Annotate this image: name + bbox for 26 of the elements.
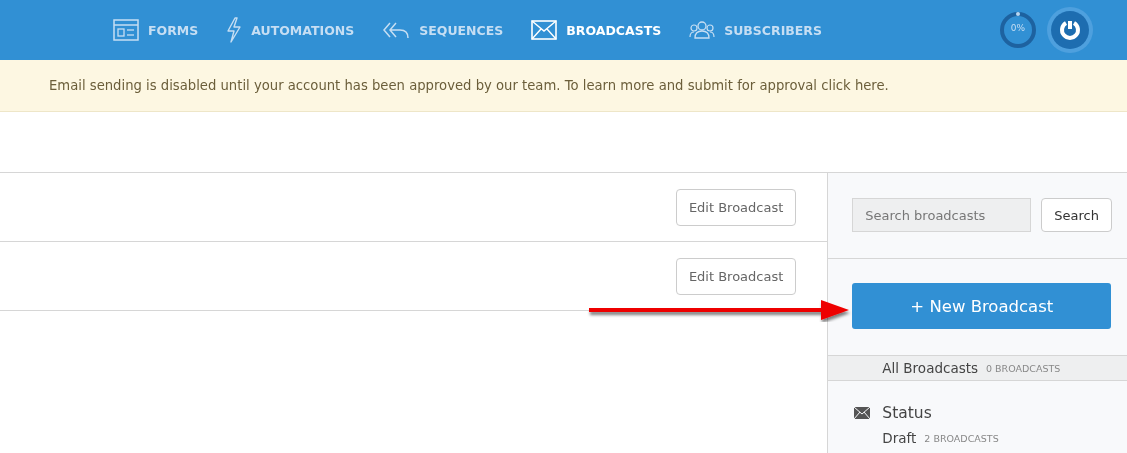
edit-broadcast-button[interactable]: Edit Broadcast [675, 188, 797, 226]
all-broadcasts-bar[interactable]: All Broadcasts 0 BROADCASTS [828, 356, 1127, 381]
envelope-icon [531, 20, 558, 40]
power-icon [1058, 18, 1082, 42]
progress-reading: 0% [1009, 23, 1027, 33]
nav-tab[interactable]: SEQUENCES [382, 17, 504, 43]
broadcast-count: 0 BROADCASTS [986, 362, 1061, 374]
double-reply-icon [382, 20, 411, 40]
nav-tab[interactable]: FORMS [113, 17, 199, 43]
status-filter-link[interactable]: Draft [882, 430, 917, 446]
status-heading: Status [882, 404, 932, 422]
nav-tab[interactable]: SUBSCRIBERS [689, 17, 822, 43]
search-field[interactable]: Search broadcasts [852, 198, 1032, 232]
power-button[interactable] [1051, 11, 1089, 49]
notice-text: Email sending is disabled until your account has been approved by our team. To learn more and submit for approval click here. [49, 78, 889, 93]
nav-tab[interactable]: AUTOMATIONS [226, 17, 355, 43]
edit-broadcast-button[interactable]: Edit Broadcast [675, 257, 797, 295]
all-broadcasts-label: All Broadcasts [882, 360, 979, 376]
envelope-icon [854, 407, 871, 419]
nav-tab[interactable]: BROADCASTS [531, 17, 662, 43]
search-button[interactable]: Search [1041, 198, 1112, 232]
form-icon [113, 19, 139, 41]
broadcast-count: 2 BROADCASTS [924, 432, 999, 444]
people-icon [689, 20, 716, 40]
new-broadcast-button[interactable]: + New Broadcast [852, 283, 1112, 329]
lightning-icon [226, 17, 243, 43]
